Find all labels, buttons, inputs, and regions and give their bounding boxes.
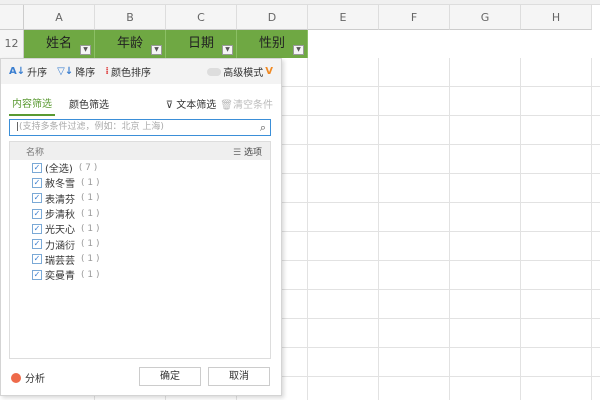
checkbox-checked-icon[interactable]: ✓ <box>32 269 42 280</box>
search-placeholder: (支持多条件过滤，例如：北京 上海) <box>19 122 164 132</box>
column-header-B[interactable]: B <box>95 5 166 30</box>
checkbox-checked-icon[interactable]: ✓ <box>32 162 42 173</box>
column-header-D[interactable]: D <box>237 5 308 30</box>
ok-button[interactable]: 确定 <box>139 367 201 386</box>
list-item[interactable]: ✓ 步清秋 ( 1 ) <box>10 206 270 221</box>
item-count: ( 1 ) <box>81 254 100 265</box>
advanced-mode-toggle[interactable]: 高级模式 V <box>207 64 273 79</box>
column-header-C[interactable]: C <box>166 5 237 30</box>
trash-icon: 🗑 <box>220 99 233 111</box>
item-count: ( 1 ) <box>81 193 100 204</box>
item-label: 瑞芸芸 <box>45 255 75 267</box>
filter-icon: ⊽ <box>165 99 177 111</box>
item-count: ( 7 ) <box>78 162 98 173</box>
checkbox-checked-icon[interactable]: ✓ <box>32 193 42 204</box>
list-header-name: 名称 <box>26 147 45 158</box>
pie-chart-icon <box>11 372 21 383</box>
list-item[interactable]: ✓ 表清芬 ( 1 ) <box>10 191 270 206</box>
list-item[interactable]: ✓ (全选) ( 7 ) <box>10 160 270 175</box>
vip-icon: V <box>265 66 273 77</box>
analyze-button[interactable]: 分析 <box>11 370 45 385</box>
filter-dropdown-icon[interactable]: ▼ <box>151 45 162 55</box>
filter-search-input[interactable]: |(支持多条件过滤，例如：北京 上海) ⌕ <box>9 119 271 136</box>
column-header-F[interactable]: F <box>379 5 450 30</box>
list-item[interactable]: ✓ 瑞芸芸 ( 1 ) <box>10 252 270 267</box>
header-cell-text: 日期 <box>187 36 214 51</box>
column-header-A[interactable]: A <box>24 5 95 30</box>
item-label: 表清芬 <box>45 194 75 206</box>
header-cell[interactable]: 姓名 ▼ <box>24 30 95 58</box>
item-label: 力涵衍 <box>45 240 75 252</box>
checkbox-checked-icon[interactable]: ✓ <box>32 208 42 219</box>
sort-desc-icon: ▽↓ <box>57 66 74 77</box>
checkbox-checked-icon[interactable]: ✓ <box>32 177 42 188</box>
item-count: ( 1 ) <box>81 208 100 219</box>
clear-conditions-button[interactable]: 🗑清空条件 <box>220 96 273 111</box>
list-item[interactable]: ✓ 力涵衍 ( 1 ) <box>10 236 270 252</box>
filter-panel: A↓ 升序 ▽↓ 降序 ⁞ 颜色排序 高级模式 V 内容筛选 颜色筛选 ⊽ 文本筛选 🗑… <box>0 58 282 396</box>
filter-dropdown-icon[interactable]: ▼ <box>80 45 91 55</box>
color-sort-icon: ⁞ <box>105 66 110 77</box>
color-sort-button[interactable]: ⁞ 颜色排序 <box>105 64 151 79</box>
item-label: (全选) <box>45 164 73 176</box>
sort-toolbar: A↓ 升序 ▽↓ 降序 ⁞ 颜色排序 高级模式 V <box>1 59 281 84</box>
header-cell-text: 姓名 <box>45 36 72 51</box>
item-label: 奕曼青 <box>45 271 75 283</box>
item-label: 光天心 <box>45 225 75 237</box>
item-label: 步清秋 <box>45 210 75 222</box>
checkbox-checked-icon[interactable]: ✓ <box>32 239 42 250</box>
filter-dropdown-icon[interactable]: ▼ <box>293 45 304 55</box>
sort-asc-icon: A↓ <box>9 66 26 77</box>
list-item[interactable]: ✓ 光天心 ( 1 ) <box>10 221 270 236</box>
column-header-G[interactable]: G <box>450 5 521 30</box>
list-item[interactable]: ✓ 赦冬雪 ( 1 ) <box>10 175 270 190</box>
select-all-corner[interactable] <box>0 5 24 30</box>
column-header-H[interactable]: H <box>521 5 592 30</box>
item-count: ( 1 ) <box>81 177 100 188</box>
column-header-E[interactable]: E <box>308 5 379 30</box>
options-button[interactable]: ☰ 选项 <box>233 145 262 158</box>
search-icon[interactable]: ⌕ <box>260 120 266 135</box>
header-cell[interactable]: 年龄 ▼ <box>95 30 166 58</box>
toggle-switch <box>207 67 222 76</box>
tab-color-filter[interactable]: 颜色筛选 <box>69 92 109 115</box>
item-label: 赦冬雪 <box>45 179 75 191</box>
filter-dropdown-icon[interactable]: ▼ <box>222 45 233 55</box>
cancel-button[interactable]: 取消 <box>208 367 270 386</box>
checkbox-checked-icon[interactable]: ✓ <box>32 254 42 265</box>
row-header-12[interactable]: 12 <box>0 30 24 58</box>
value-list: 名称 ☰ 选项 ✓ (全选)( 7 ) ✓ 赦冬雪( 1 ) ✓ 表清芬( 1 ) ✓ 步清秋(… <box>9 141 271 359</box>
item-count: ( 1 ) <box>81 239 100 250</box>
item-count: ( 1 ) <box>81 223 100 234</box>
checkbox-checked-icon[interactable]: ✓ <box>32 223 42 234</box>
item-count: ( 1 ) <box>81 269 100 280</box>
header-cell-text: 年龄 <box>116 36 143 51</box>
text-filter-button[interactable]: ⊽ 文本筛选 <box>166 96 217 111</box>
header-cell[interactable]: 日期 ▼ <box>166 30 237 58</box>
header-cell-text: 性别 <box>258 36 285 51</box>
tab-content-filter[interactable]: 内容筛选 <box>9 91 55 116</box>
list-item[interactable]: ✓ 奕曼青 ( 1 ) <box>10 267 270 282</box>
sort-desc-button[interactable]: ▽↓ 降序 <box>57 64 95 79</box>
sort-asc-button[interactable]: A↓ 升序 <box>9 64 47 79</box>
header-cell[interactable]: 性别 ▼ <box>237 30 308 58</box>
